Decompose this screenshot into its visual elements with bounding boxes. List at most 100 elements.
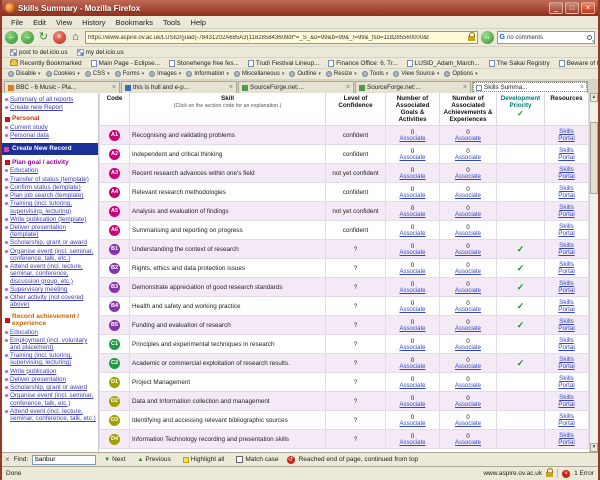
find-previous-button[interactable]: Previous xyxy=(133,454,174,465)
associate-achievements-link[interactable]: Associate xyxy=(442,269,494,275)
sidebar-item[interactable]: Deliver presentation xyxy=(5,376,96,383)
sidebar-item[interactable]: Personal data xyxy=(5,132,96,139)
associate-goals-link[interactable]: Associate xyxy=(388,212,437,218)
find-input[interactable] xyxy=(32,454,97,465)
sidebar-item[interactable]: Employment (incl. voluntary and placemen… xyxy=(5,337,96,351)
bookmark-item[interactable]: my del.icio.us xyxy=(73,48,128,56)
scroll-up-icon[interactable]: ▲ xyxy=(590,93,598,102)
vertical-scrollbar[interactable]: ▲ ▼ xyxy=(589,93,598,452)
skills-portal-link[interactable]: Skills Portal xyxy=(554,223,580,237)
tab-close-icon[interactable] xyxy=(229,84,233,91)
skill-code-badge[interactable]: A6 xyxy=(109,224,120,236)
skill-code-badge[interactable]: A5 xyxy=(109,205,120,217)
maximize-button[interactable] xyxy=(565,2,579,14)
skills-portal-link[interactable]: Skills Portal xyxy=(554,204,580,218)
skills-portal-link[interactable]: Skills Portal xyxy=(554,432,580,446)
sidebar-item[interactable]: Scholarship, grant or award xyxy=(5,384,96,391)
skill-code-badge[interactable]: A2 xyxy=(109,148,120,160)
associate-achievements-link[interactable]: Associate xyxy=(442,326,494,332)
sidebar-item[interactable]: Confirm status (template) xyxy=(5,184,96,191)
menu-item-edit[interactable]: Edit xyxy=(28,18,51,27)
status-lock-icon[interactable] xyxy=(546,468,554,477)
associate-goals-link[interactable]: Associate xyxy=(388,136,437,142)
webdev-menu-tools[interactable]: Tools xyxy=(360,71,391,77)
associate-achievements-link[interactable]: Associate xyxy=(442,383,494,389)
skills-portal-link[interactable]: Skills Portal xyxy=(554,337,580,351)
back-button[interactable] xyxy=(5,31,18,44)
skills-portal-link[interactable]: Skills Portal xyxy=(554,147,580,161)
associate-goals-link[interactable]: Associate xyxy=(388,402,437,408)
skill-code-badge[interactable]: B3 xyxy=(109,281,120,293)
menu-item-view[interactable]: View xyxy=(51,18,77,27)
associate-achievements-link[interactable]: Associate xyxy=(442,136,494,142)
bookmark-item[interactable]: LUSID_Adam_March... xyxy=(403,59,484,67)
webdev-menu-disable[interactable]: Disable xyxy=(6,71,43,77)
skills-portal-link[interactable]: Skills Portal xyxy=(554,318,580,332)
webdev-menu-css[interactable]: CSS xyxy=(83,71,112,77)
find-next-button[interactable]: Next xyxy=(100,454,129,465)
tab-close-icon[interactable] xyxy=(580,84,584,91)
search-icon[interactable] xyxy=(587,35,592,40)
webdev-menu-images[interactable]: Images xyxy=(147,71,183,77)
associate-goals-link[interactable]: Associate xyxy=(388,193,437,199)
associate-goals-link[interactable]: Associate xyxy=(388,250,437,256)
menu-item-file[interactable]: File xyxy=(6,18,28,27)
stop-button[interactable] xyxy=(53,31,66,44)
menu-item-tools[interactable]: Tools xyxy=(158,18,186,27)
tab-close-icon[interactable] xyxy=(346,84,350,91)
close-button[interactable] xyxy=(581,2,595,14)
tab-4[interactable]: SourceForge.net:... xyxy=(355,81,471,93)
sidebar-item[interactable]: Supervisory meeting xyxy=(5,286,96,293)
associate-goals-link[interactable]: Associate xyxy=(388,174,437,180)
associate-achievements-link[interactable]: Associate xyxy=(442,155,494,161)
bookmark-item[interactable]: The Sakai Registry xyxy=(485,59,554,67)
associate-achievements-link[interactable]: Associate xyxy=(442,402,494,408)
skill-code-badge[interactable]: D1 xyxy=(109,376,120,388)
find-close-icon[interactable] xyxy=(5,455,10,464)
sidebar-item[interactable]: Current study xyxy=(5,124,96,131)
skills-portal-link[interactable]: Skills Portal xyxy=(554,356,580,370)
skills-portal-link[interactable]: Skills Portal xyxy=(554,280,580,294)
sidebar-item[interactable]: Plan job search (template) xyxy=(5,192,96,199)
webdev-menu-forms[interactable]: Forms xyxy=(113,71,147,77)
sidebar-item[interactable]: Training (incl. tutoring, supervising, l… xyxy=(5,200,96,215)
sidebar-item[interactable]: Organise event (incl. seminar, conferenc… xyxy=(5,248,96,262)
skill-code-badge[interactable]: D2 xyxy=(109,395,120,407)
sidebar-item[interactable]: Organise event (incl. seminar, conferenc… xyxy=(5,392,96,407)
highlight-all-button[interactable]: Highlight all xyxy=(179,454,229,465)
associate-achievements-link[interactable]: Associate xyxy=(442,193,494,199)
associate-achievements-link[interactable]: Associate xyxy=(442,307,494,313)
webdev-menu-cookies[interactable]: Cookies xyxy=(44,71,82,77)
forward-button[interactable] xyxy=(21,31,34,44)
associate-goals-link[interactable]: Associate xyxy=(388,288,437,294)
associate-achievements-link[interactable]: Associate xyxy=(442,212,494,218)
bookmark-item[interactable]: Stonehenge free fes... xyxy=(165,59,243,67)
go-button[interactable] xyxy=(480,31,494,44)
associate-goals-link[interactable]: Associate xyxy=(388,326,437,332)
associate-goals-link[interactable]: Associate xyxy=(388,421,437,427)
sidebar-item[interactable]: Scholarship, grant or award xyxy=(5,239,96,246)
skill-code-badge[interactable]: B1 xyxy=(109,243,120,255)
tab-close-icon[interactable] xyxy=(112,84,116,91)
scroll-down-icon[interactable]: ▼ xyxy=(590,443,598,452)
sidebar-item[interactable]: Transfer of status (template) xyxy=(5,176,96,183)
sidebar-item[interactable]: Education xyxy=(5,329,96,336)
home-button[interactable] xyxy=(69,31,82,44)
webdev-menu-outline[interactable]: Outline xyxy=(287,71,323,77)
bookmark-item[interactable]: Trudi Festival Lineup... xyxy=(244,59,323,67)
skills-portal-link[interactable]: Skills Portal xyxy=(554,299,580,313)
skills-portal-link[interactable]: Skills Portal xyxy=(554,375,580,389)
webdev-menu-options[interactable]: Options xyxy=(442,71,479,77)
menu-item-history[interactable]: History xyxy=(77,18,110,27)
sidebar-item[interactable]: Attend event (incl. lecture, seminar, co… xyxy=(5,408,96,422)
webdev-menu-resize[interactable]: Resize xyxy=(324,71,359,77)
associate-goals-link[interactable]: Associate xyxy=(388,345,437,351)
associate-achievements-link[interactable]: Associate xyxy=(442,288,494,294)
bookmark-item[interactable]: post to del.icio.us xyxy=(6,48,72,56)
associate-achievements-link[interactable]: Associate xyxy=(442,364,494,370)
scrollbar-track[interactable] xyxy=(590,102,598,443)
associate-achievements-link[interactable]: Associate xyxy=(442,231,494,237)
skills-portal-link[interactable]: Skills Portal xyxy=(554,261,580,275)
minimize-button[interactable] xyxy=(549,2,563,14)
associate-goals-link[interactable]: Associate xyxy=(388,383,437,389)
